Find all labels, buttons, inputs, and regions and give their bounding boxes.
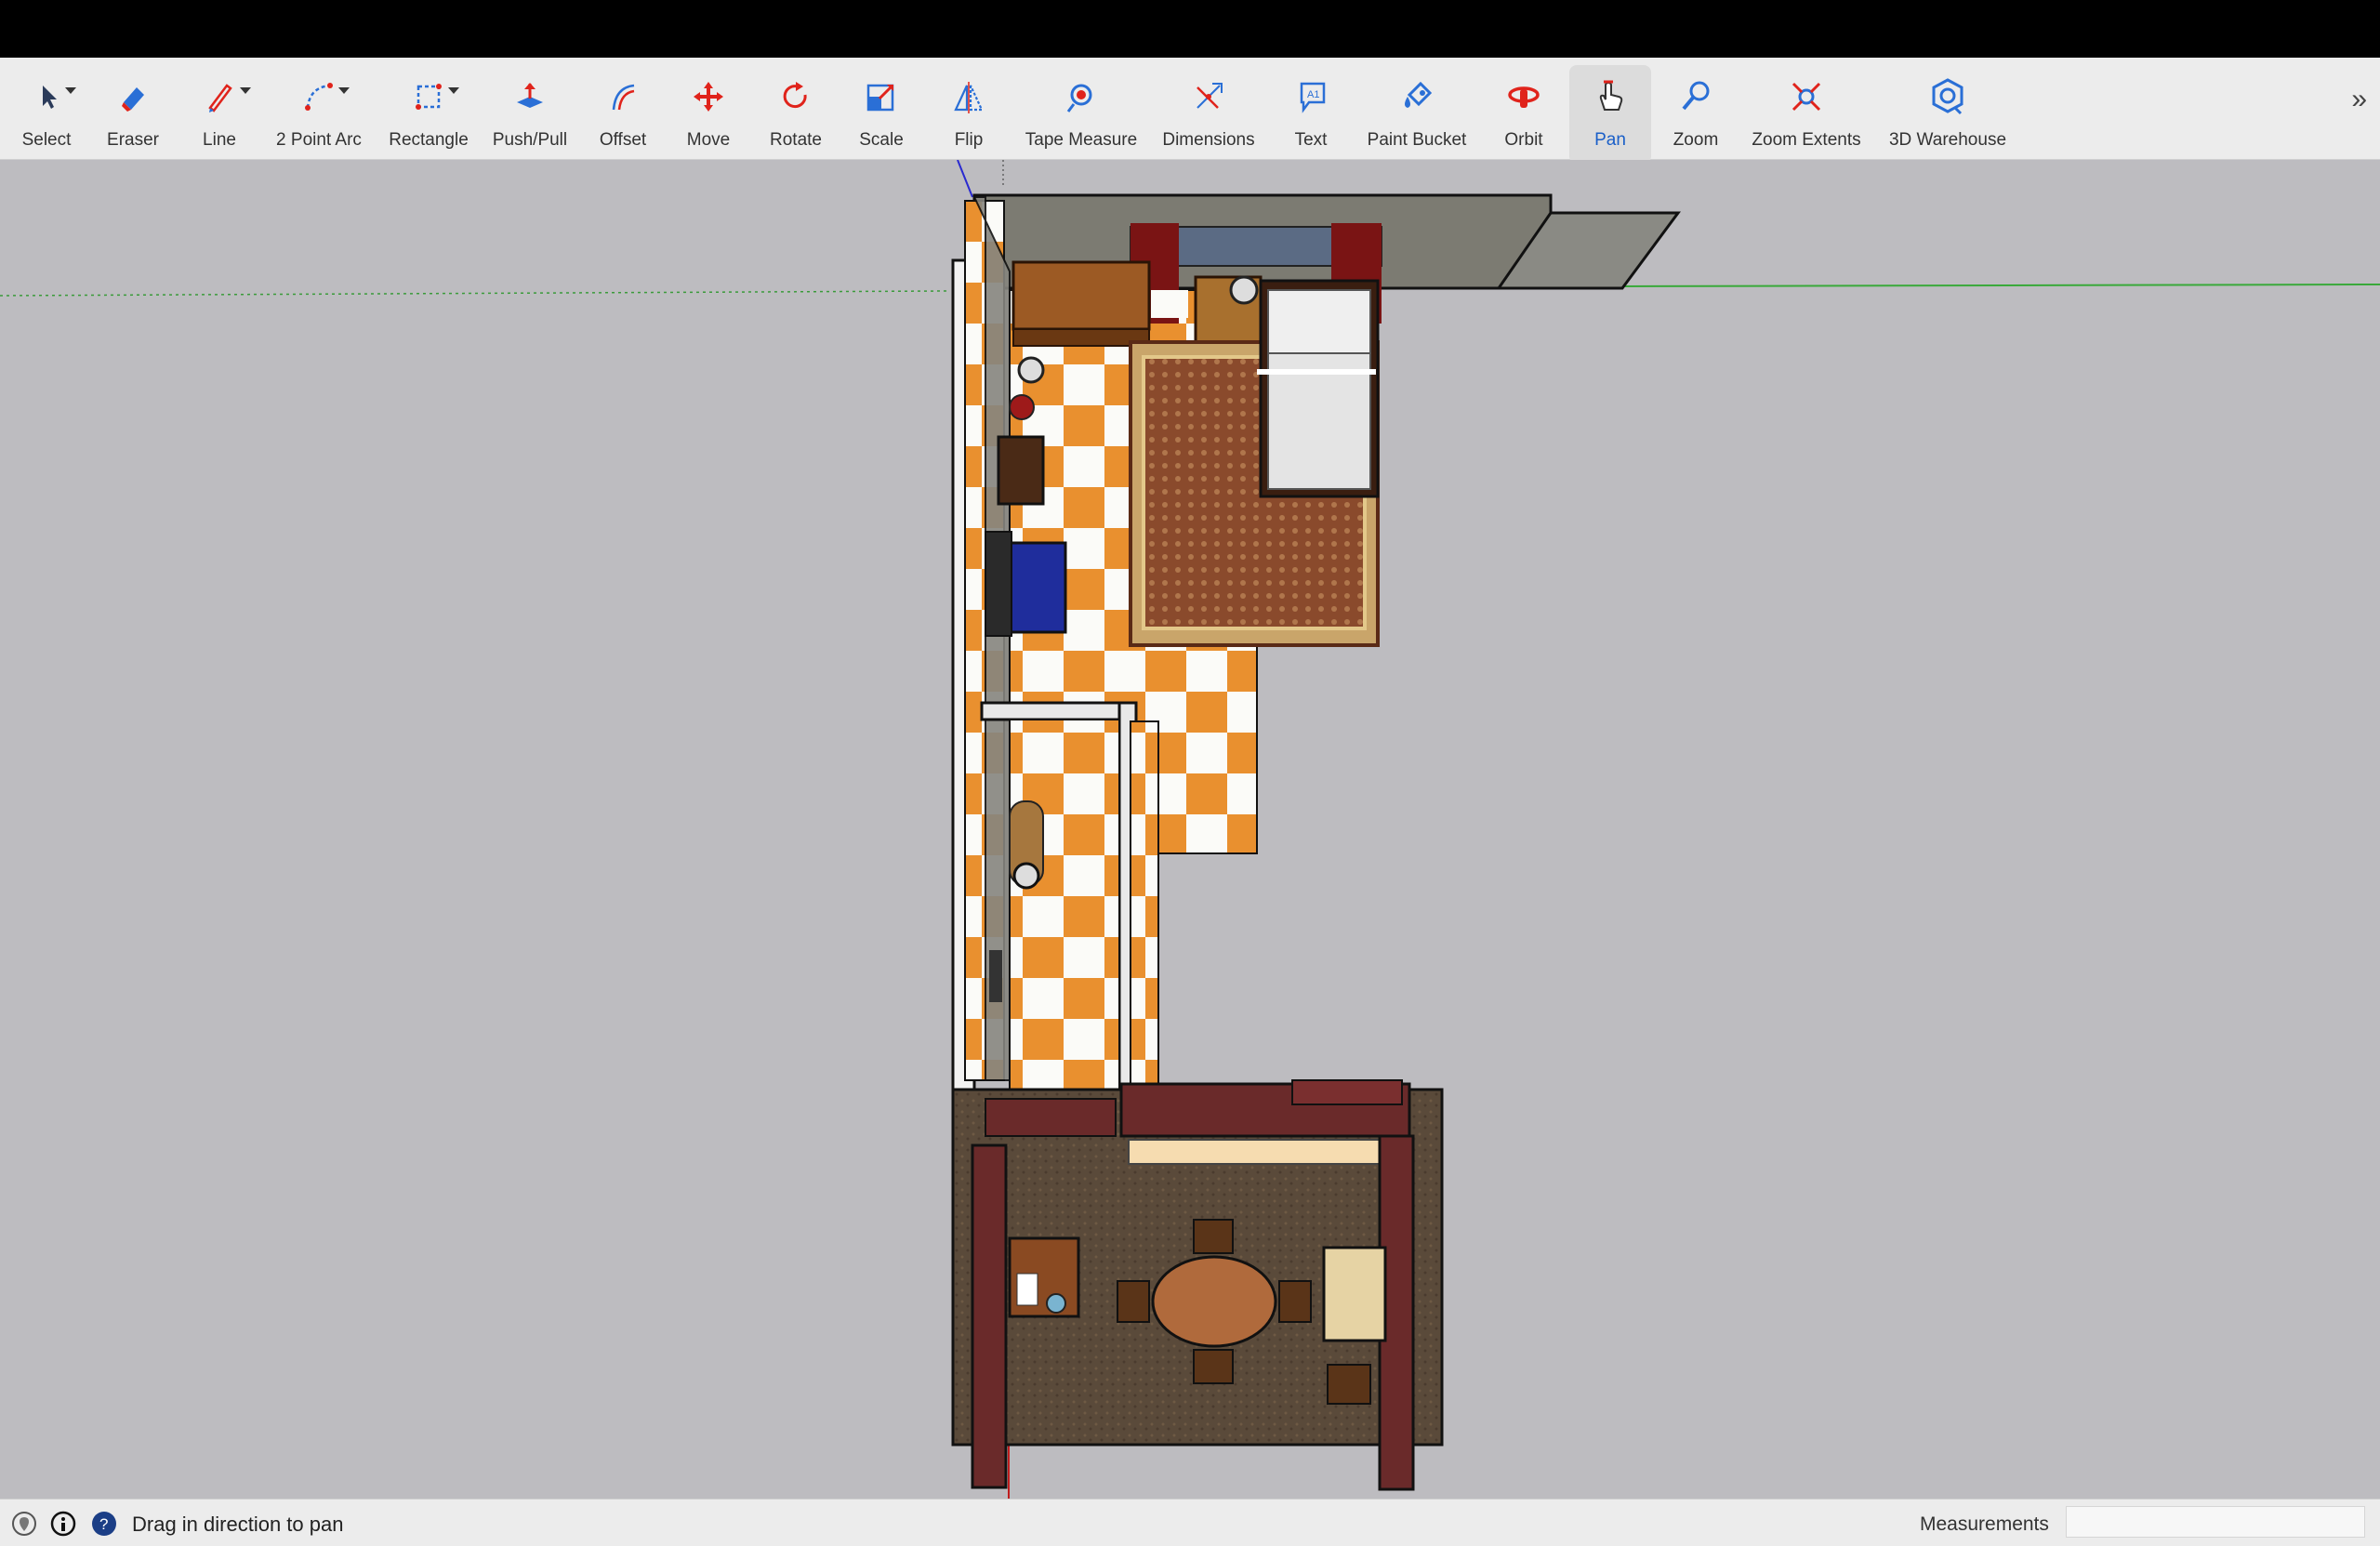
tool-dimensions[interactable]: Dimensions (1158, 74, 1259, 154)
svg-text:?: ? (99, 1515, 108, 1533)
tool-move[interactable]: Move (675, 74, 742, 154)
bathroom-floor (1009, 719, 1120, 1090)
scale-icon (859, 74, 904, 119)
measurements-label: Measurements (1920, 1513, 2049, 1535)
pencil-icon (197, 74, 242, 119)
armchair (997, 435, 1045, 506)
tape-measure-icon (1059, 74, 1104, 119)
tool-select[interactable]: Select (13, 74, 80, 154)
credits-info-icon[interactable] (50, 1511, 76, 1537)
svg-text:A1: A1 (1307, 89, 1319, 100)
model-viewport[interactable] (0, 160, 2380, 1499)
green-axis-dotted (0, 290, 949, 297)
partition-wall (980, 701, 1132, 721)
tool-flip[interactable]: Flip (935, 74, 1002, 154)
toolbar-overflow-button[interactable]: » (2351, 84, 2367, 115)
side-chair (1327, 1364, 1371, 1405)
window-title-bar (0, 0, 2380, 58)
tool-rectangle[interactable]: Rectangle (385, 74, 472, 154)
rotate-icon (774, 74, 818, 119)
tool-tape-measure[interactable]: Tape Measure (1021, 74, 1142, 154)
zoom-icon (1673, 74, 1718, 119)
status-bar: ? Drag in direction to pan Measurements (0, 1499, 2380, 1546)
orbit-icon (1501, 74, 1546, 119)
tool-paint-bucket[interactable]: Paint Bucket (1359, 74, 1474, 154)
tool-offset[interactable]: Offset (589, 74, 656, 154)
tool-orbit[interactable]: Orbit (1491, 74, 1556, 154)
tool-3d-warehouse[interactable]: 3D Warehouse (1884, 74, 2012, 154)
tool-zoom-extents[interactable]: Zoom Extents (1748, 74, 1865, 154)
tool-zoom[interactable]: Zoom (1662, 74, 1729, 154)
counter-top (1128, 1139, 1382, 1165)
chevron-down-icon[interactable] (240, 87, 251, 94)
paint-bucket-icon (1395, 74, 1439, 119)
status-hint: Drag in direction to pan (132, 1513, 344, 1536)
dining-chair (1278, 1280, 1312, 1323)
rectangle-icon (406, 74, 451, 119)
green-axis (1622, 284, 2380, 287)
bedside-lamp (1229, 275, 1259, 305)
blue-axis (957, 160, 973, 198)
geo-location-icon[interactable] (11, 1511, 37, 1537)
text-icon: A1 (1289, 74, 1333, 119)
blue-sofa (1008, 541, 1067, 634)
tool-push-pull[interactable]: Push/Pull (487, 74, 573, 154)
dining-left-wall (971, 1143, 1008, 1489)
tool-pan[interactable]: Pan (1569, 65, 1651, 164)
chevron-down-icon[interactable] (338, 87, 350, 94)
model-drawing (0, 160, 2380, 1499)
select-arrow-icon (24, 74, 69, 119)
cabinet (1322, 1246, 1387, 1342)
chevron-down-icon[interactable] (65, 87, 76, 94)
tool-rotate[interactable]: Rotate (762, 74, 829, 154)
pillow (1267, 289, 1371, 354)
zoom-extents-icon (1784, 74, 1829, 119)
help-question-icon[interactable]: ? (91, 1511, 117, 1537)
dining-chair (1193, 1219, 1234, 1254)
move-icon (686, 74, 731, 119)
tool-eraser[interactable]: Eraser (100, 74, 165, 154)
pan-hand-icon (1588, 74, 1633, 119)
measurements-input[interactable] (2066, 1506, 2365, 1538)
offset-icon (601, 74, 645, 119)
dimensions-icon (1186, 74, 1231, 119)
warehouse-icon (1925, 74, 1970, 119)
dresser (1012, 260, 1151, 331)
dining-chair (1193, 1349, 1234, 1384)
arc-icon (297, 74, 341, 119)
tool-text[interactable]: A1 Text (1277, 74, 1344, 154)
tool-2-point-arc[interactable]: 2 Point Arc (270, 74, 368, 154)
dining-table (1151, 1255, 1277, 1348)
lamp (1017, 356, 1045, 384)
vase (1009, 394, 1035, 420)
main-toolbar: Select Eraser Line 2 Point Arc Rectangle… (0, 58, 2380, 164)
chevron-down-icon[interactable] (448, 87, 459, 94)
bath-door (989, 950, 1002, 1002)
flip-icon (946, 74, 991, 119)
eraser-icon (111, 74, 155, 119)
tool-scale[interactable]: Scale (848, 74, 915, 154)
dining-chair (1117, 1280, 1150, 1323)
push-pull-icon (508, 74, 552, 119)
tool-line[interactable]: Line (186, 74, 253, 154)
